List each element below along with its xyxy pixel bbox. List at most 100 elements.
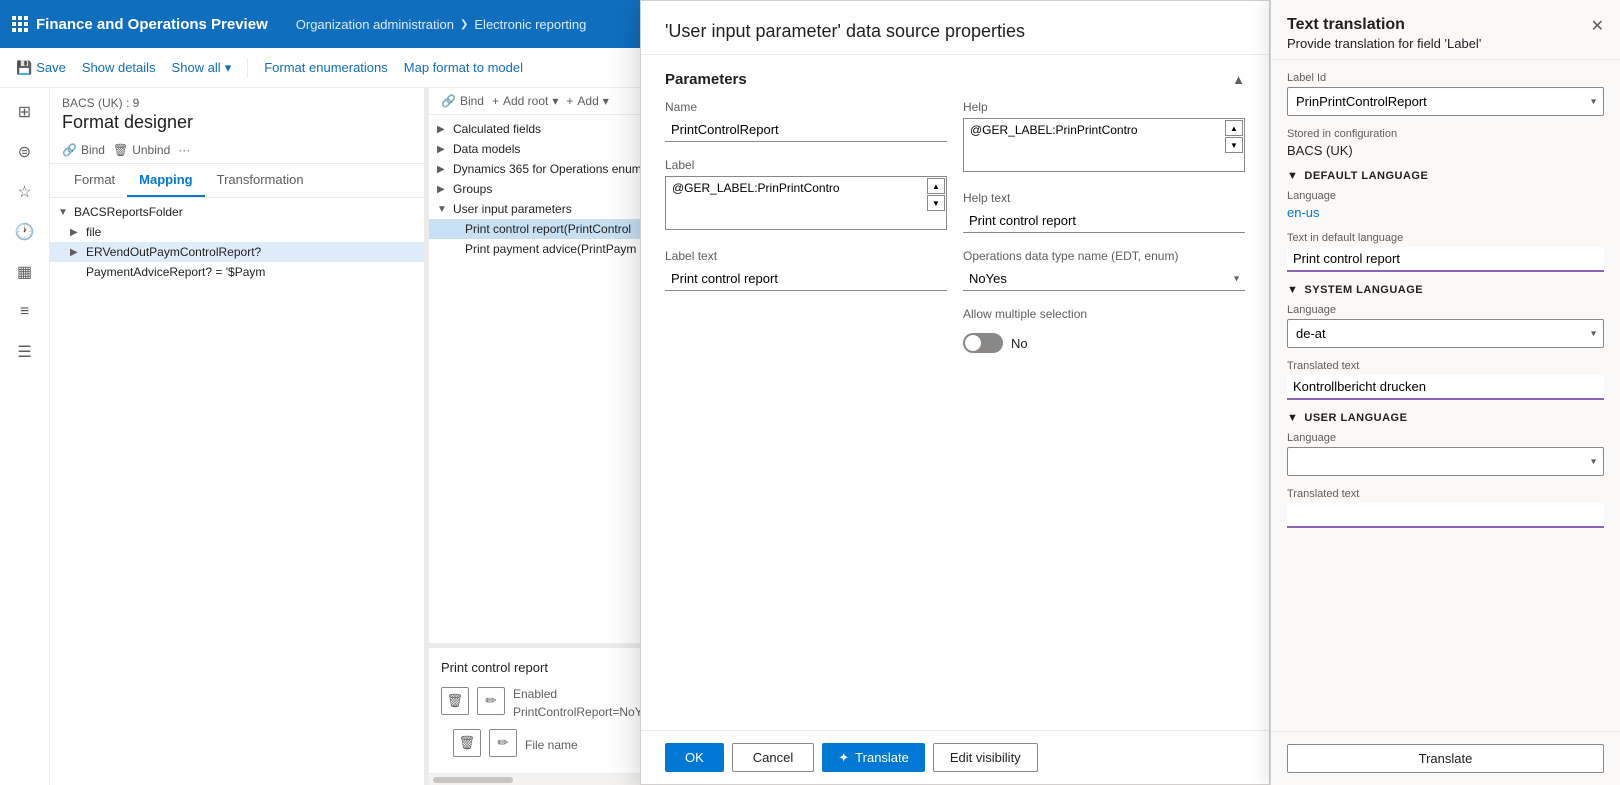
tp-close-button[interactable]: ✕ (1591, 16, 1604, 36)
add-button[interactable]: + Add ▾ (566, 94, 608, 108)
enabled-label: Enabled (513, 687, 658, 701)
label-id-label: Label Id (1287, 72, 1604, 84)
label-arrow-up[interactable]: ▲ (927, 178, 945, 194)
ops-type-label: Operations data type name (EDT, enum) (963, 249, 1245, 263)
tp-translate-button[interactable]: Translate (1287, 744, 1604, 773)
sidebar-clock-icon[interactable]: 🕐 (9, 216, 41, 248)
label-label: Label (665, 158, 947, 172)
user-translated-label: Translated text (1287, 488, 1604, 500)
map-format-button[interactable]: Map format to model (404, 60, 523, 75)
translate-icon: ✦ (838, 750, 849, 766)
unbind-icon: 🗑 (113, 143, 128, 157)
main-layout: ⊞ ⊜ ☆ 🕐 ▦ ≡ ☰ BACS (UK) : 9 Format desig… (0, 88, 1620, 785)
cancel-button[interactable]: Cancel (732, 743, 814, 772)
tree-label: Calculated fields (453, 122, 541, 136)
sidebar-star-icon[interactable]: ☆ (9, 176, 41, 208)
name-label: Name (665, 100, 947, 114)
designer-breadcrumb: BACS (UK) : 9 (62, 96, 412, 110)
user-lang-label: Language (1287, 432, 1604, 444)
right-column: Help @GER_LABEL:PrinPrintContro ▲ ▼ Help… (963, 100, 1245, 353)
help-text-input[interactable] (963, 209, 1245, 233)
translated-text-field: Translated text (1287, 360, 1604, 400)
label-text-label: Label text (665, 249, 947, 263)
bind-button[interactable]: 🔗 Bind (62, 143, 105, 157)
textarea-arrows: ▲ ▼ (1225, 120, 1243, 153)
delete-filename-button[interactable]: 🗑 (453, 729, 481, 757)
help-arrow-up[interactable]: ▲ (1225, 120, 1243, 136)
system-lang-section[interactable]: ▼ SYSTEM LANGUAGE (1287, 284, 1604, 296)
sidebar-filter-icon[interactable]: ⊜ (9, 136, 41, 168)
show-all-button[interactable]: Show all ▾ (172, 60, 232, 76)
tab-transformation[interactable]: Transformation (205, 164, 316, 197)
scrollbar-thumb (433, 777, 513, 783)
sidebar-home-icon[interactable]: ⊞ (9, 96, 41, 128)
label-arrow-down[interactable]: ▼ (927, 195, 945, 211)
user-lang-select-wrapper: ▾ (1287, 447, 1604, 476)
tp-header: Text translation Provide translation for… (1271, 0, 1620, 60)
add-root-button[interactable]: + Add root ▾ (492, 94, 558, 108)
system-lang-select[interactable]: de-at (1287, 319, 1604, 348)
help-textarea[interactable]: @GER_LABEL:PrinPrintContro (963, 118, 1245, 172)
ok-button[interactable]: OK (665, 743, 724, 772)
sidebar-list-icon[interactable]: ≡ (9, 296, 41, 328)
label-text-input[interactable] (665, 267, 947, 291)
label-textarea[interactable]: @GER_LABEL:PrinPrintContro (665, 176, 947, 230)
delete-enabled-button[interactable]: 🗑 (441, 687, 469, 715)
tree-item[interactable]: PaymentAdviceReport? = '$Paym (50, 262, 424, 282)
user-translated-input[interactable] (1287, 503, 1604, 528)
modal-header: 'User input parameter' data source prope… (641, 1, 1269, 55)
name-input[interactable] (665, 118, 947, 142)
toggle-row: No (963, 333, 1245, 353)
translated-text-label: Translated text (1287, 360, 1604, 372)
translated-text-input[interactable] (1287, 375, 1604, 400)
sidebar-grid-icon[interactable]: ▦ (9, 256, 41, 288)
user-lang-field: Language ▾ (1287, 432, 1604, 476)
text-default-input[interactable] (1287, 247, 1604, 272)
tree-item[interactable]: ▼ BACSReportsFolder (50, 202, 424, 222)
ops-type-select-wrapper: NoYes ▾ (963, 267, 1245, 291)
tab-format[interactable]: Format (62, 164, 127, 197)
plus-icon: + (566, 94, 573, 108)
user-lang-select[interactable] (1287, 447, 1604, 476)
tree-item-selected[interactable]: ▶ ERVendOutPaymControlReport? (50, 242, 424, 262)
designer-panel: BACS (UK) : 9 Format designer 🔗 Bind 🗑 U… (50, 88, 425, 785)
more-button[interactable]: ··· (178, 143, 190, 157)
save-button[interactable]: 💾 Save (16, 60, 66, 76)
nav-item-2[interactable]: Electronic reporting (474, 17, 586, 32)
tab-mapping[interactable]: Mapping (127, 164, 204, 197)
nav-item-1[interactable]: Organization administration (296, 17, 454, 32)
unbind-button[interactable]: 🗑 Unbind (113, 143, 170, 157)
label-id-select[interactable]: PrinPrintControlReport (1287, 87, 1604, 116)
collapse-icon: ▼ (1287, 284, 1298, 296)
user-lang-section[interactable]: ▼ USER LANGUAGE (1287, 412, 1604, 424)
default-lang-section[interactable]: ▼ DEFAULT LANGUAGE (1287, 170, 1604, 182)
tree-chevron: ▶ (437, 124, 449, 135)
tp-header-text: Text translation Provide translation for… (1287, 16, 1481, 51)
link-icon: 🔗 (441, 94, 456, 108)
default-lang-link[interactable]: en-us (1287, 205, 1320, 220)
collapse-icon[interactable]: ▲ (1232, 72, 1245, 87)
show-details-button[interactable]: Show details (82, 60, 156, 75)
stored-in-field: Stored in configuration BACS (UK) (1287, 128, 1604, 158)
rt-bind-button[interactable]: 🔗 Bind (441, 94, 484, 108)
toggle-knob (965, 335, 981, 351)
format-enumerations-button[interactable]: Format enumerations (264, 60, 388, 75)
tree-item[interactable]: ▶ file (50, 222, 424, 242)
text-default-field: Text in default language (1287, 232, 1604, 272)
app-grid-icon[interactable] (12, 16, 28, 32)
translate-button[interactable]: ✦ Translate (822, 743, 925, 772)
left-sidebar: ⊞ ⊜ ☆ 🕐 ▦ ≡ ☰ (0, 88, 50, 785)
label-group: Label @GER_LABEL:PrinPrintContro ▲ ▼ (665, 158, 947, 233)
tree-label: PaymentAdviceReport? = '$Paym (86, 265, 265, 279)
help-textarea-wrapper: @GER_LABEL:PrinPrintContro ▲ ▼ (963, 118, 1245, 175)
tree-label: Print control report(PrintControl (465, 222, 631, 236)
edit-enabled-button[interactable]: ✏ (477, 687, 505, 715)
edit-visibility-button[interactable]: Edit visibility (933, 743, 1038, 772)
sidebar-menu-icon[interactable]: ☰ (9, 336, 41, 368)
ops-type-select[interactable]: NoYes (963, 267, 1245, 291)
designer-tabs: Format Mapping Transformation (50, 164, 424, 198)
default-lang-field: Language en-us (1287, 190, 1604, 220)
edit-filename-button[interactable]: ✏ (489, 729, 517, 757)
help-arrow-down[interactable]: ▼ (1225, 137, 1243, 153)
allow-multiple-toggle[interactable] (963, 333, 1003, 353)
